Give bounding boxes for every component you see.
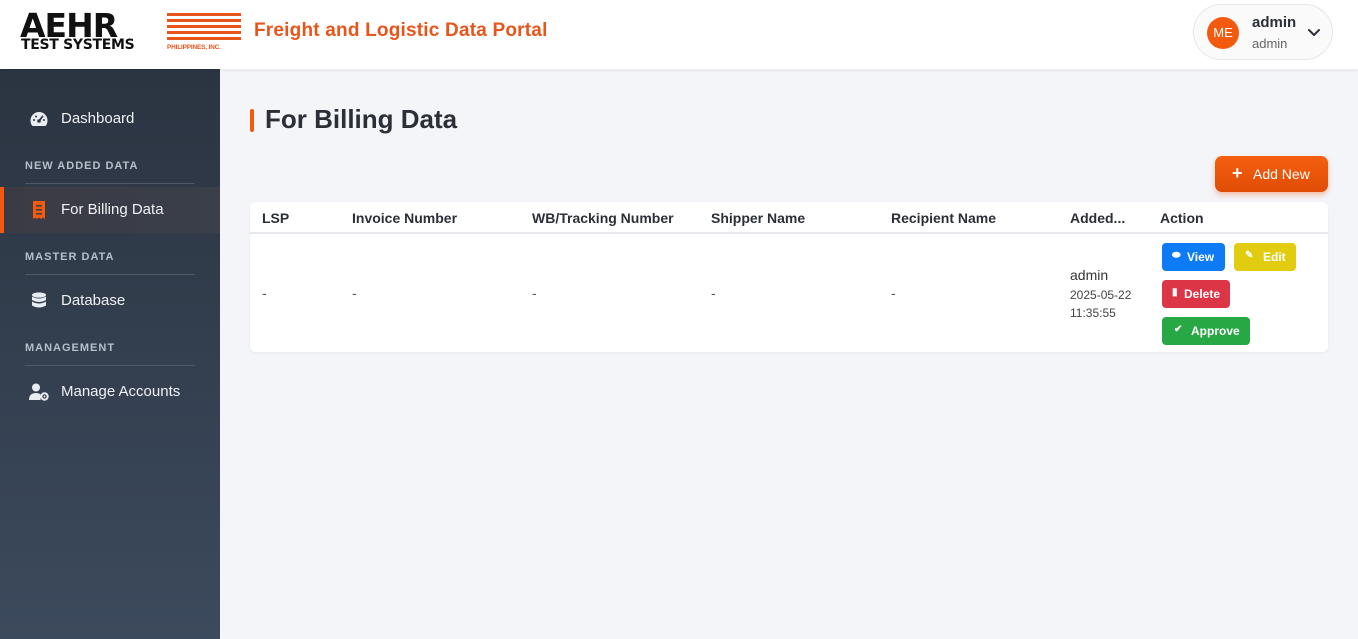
approve-button[interactable]: ✔ Approve <box>1162 317 1250 345</box>
view-label: View <box>1187 250 1215 264</box>
add-new-label: Add New <box>1253 166 1310 182</box>
sidebar-item-dashboard[interactable]: Dashboard <box>0 96 220 142</box>
column-header-lsp[interactable]: LSP <box>262 210 289 226</box>
delete-button[interactable]: ▮ Delete <box>1162 280 1230 308</box>
cell-added-at: 2025-05-22 11:35:55 <box>1070 288 1132 320</box>
column-header-tracking-number[interactable]: WB/Tracking Number <box>532 210 674 226</box>
sidebar-item-label: Dashboard <box>61 110 135 127</box>
approve-label: Approve <box>1191 324 1240 338</box>
cell-added-by: admin <box>1070 267 1109 283</box>
section-divider <box>25 274 195 275</box>
column-header-shipper-name[interactable]: Shipper Name <box>711 210 805 226</box>
company-logo[interactable]: AEHR TEST SYSTEMS PHILIPPINES, INC. <box>20 9 242 54</box>
sidebar-item-database[interactable]: Database <box>0 278 220 324</box>
sidebar-item-label: Manage Accounts <box>61 383 181 400</box>
gauge-icon <box>30 112 48 126</box>
section-divider <box>25 183 195 184</box>
logo-tagline: PHILIPPINES, INC. <box>167 44 221 51</box>
cell-recipient-name: - <box>891 285 896 301</box>
cell-invoice-number: - <box>352 285 357 301</box>
section-divider <box>25 365 195 366</box>
sidebar-item-manage-accounts[interactable]: Manage Accounts <box>0 369 220 415</box>
title-accent-bar <box>250 109 254 132</box>
column-header-action: Action <box>1160 210 1204 226</box>
billing-data-table: LSP Invoice Number WB/Tracking Number Sh… <box>250 202 1328 352</box>
section-title-new-added-data: NEW ADDED DATA <box>25 160 139 172</box>
user-menu[interactable]: ME admin admin <box>1193 4 1333 60</box>
page-title: For Billing Data <box>265 104 458 134</box>
database-icon <box>32 292 46 308</box>
column-header-invoice-number[interactable]: Invoice Number <box>352 210 457 226</box>
section-title-management: MANAGEMENT <box>25 342 116 354</box>
sidebar-item-label: For Billing Data <box>61 201 164 218</box>
receipt-icon <box>33 201 45 219</box>
cell-shipper-name: - <box>711 285 716 301</box>
header-divider <box>250 232 1328 234</box>
logo-subtitle: TEST SYSTEMS <box>21 37 135 53</box>
pencil-icon: ✎ <box>1245 250 1254 261</box>
cell-lsp: - <box>262 285 267 301</box>
check-icon: ✔ <box>1174 324 1183 335</box>
add-new-button[interactable]: + Add New <box>1215 156 1328 192</box>
portal-title: Freight and Logistic Data Portal <box>254 20 548 41</box>
chevron-down-icon[interactable] <box>1306 24 1322 40</box>
sidebar-item-for-billing-data[interactable]: For Billing Data <box>0 187 220 233</box>
top-header: AEHR TEST SYSTEMS PHILIPPINES, INC. Frei… <box>0 0 1358 69</box>
edit-label: Edit <box>1263 250 1286 264</box>
eye-icon: ⬬ <box>1172 250 1181 261</box>
user-gear-icon <box>29 383 49 401</box>
cell-tracking-number: - <box>532 285 537 301</box>
delete-label: Delete <box>1184 287 1221 301</box>
section-title-master-data: MASTER DATA <box>25 251 115 263</box>
user-name: admin <box>1252 14 1297 31</box>
edit-button[interactable]: ✎ Edit <box>1234 243 1296 271</box>
column-header-recipient-name[interactable]: Recipient Name <box>891 210 996 226</box>
logo-stripes <box>167 13 241 43</box>
avatar: ME <box>1207 17 1239 49</box>
user-role: admin <box>1252 36 1288 51</box>
trash-icon: ▮ <box>1172 287 1178 298</box>
view-button[interactable]: ⬬ View <box>1162 243 1225 271</box>
plus-icon: + <box>1232 163 1243 183</box>
sidebar-item-label: Database <box>61 292 126 309</box>
sidebar: Dashboard NEW ADDED DATA For Billing Dat… <box>0 69 220 639</box>
column-header-added[interactable]: Added... <box>1070 210 1125 226</box>
